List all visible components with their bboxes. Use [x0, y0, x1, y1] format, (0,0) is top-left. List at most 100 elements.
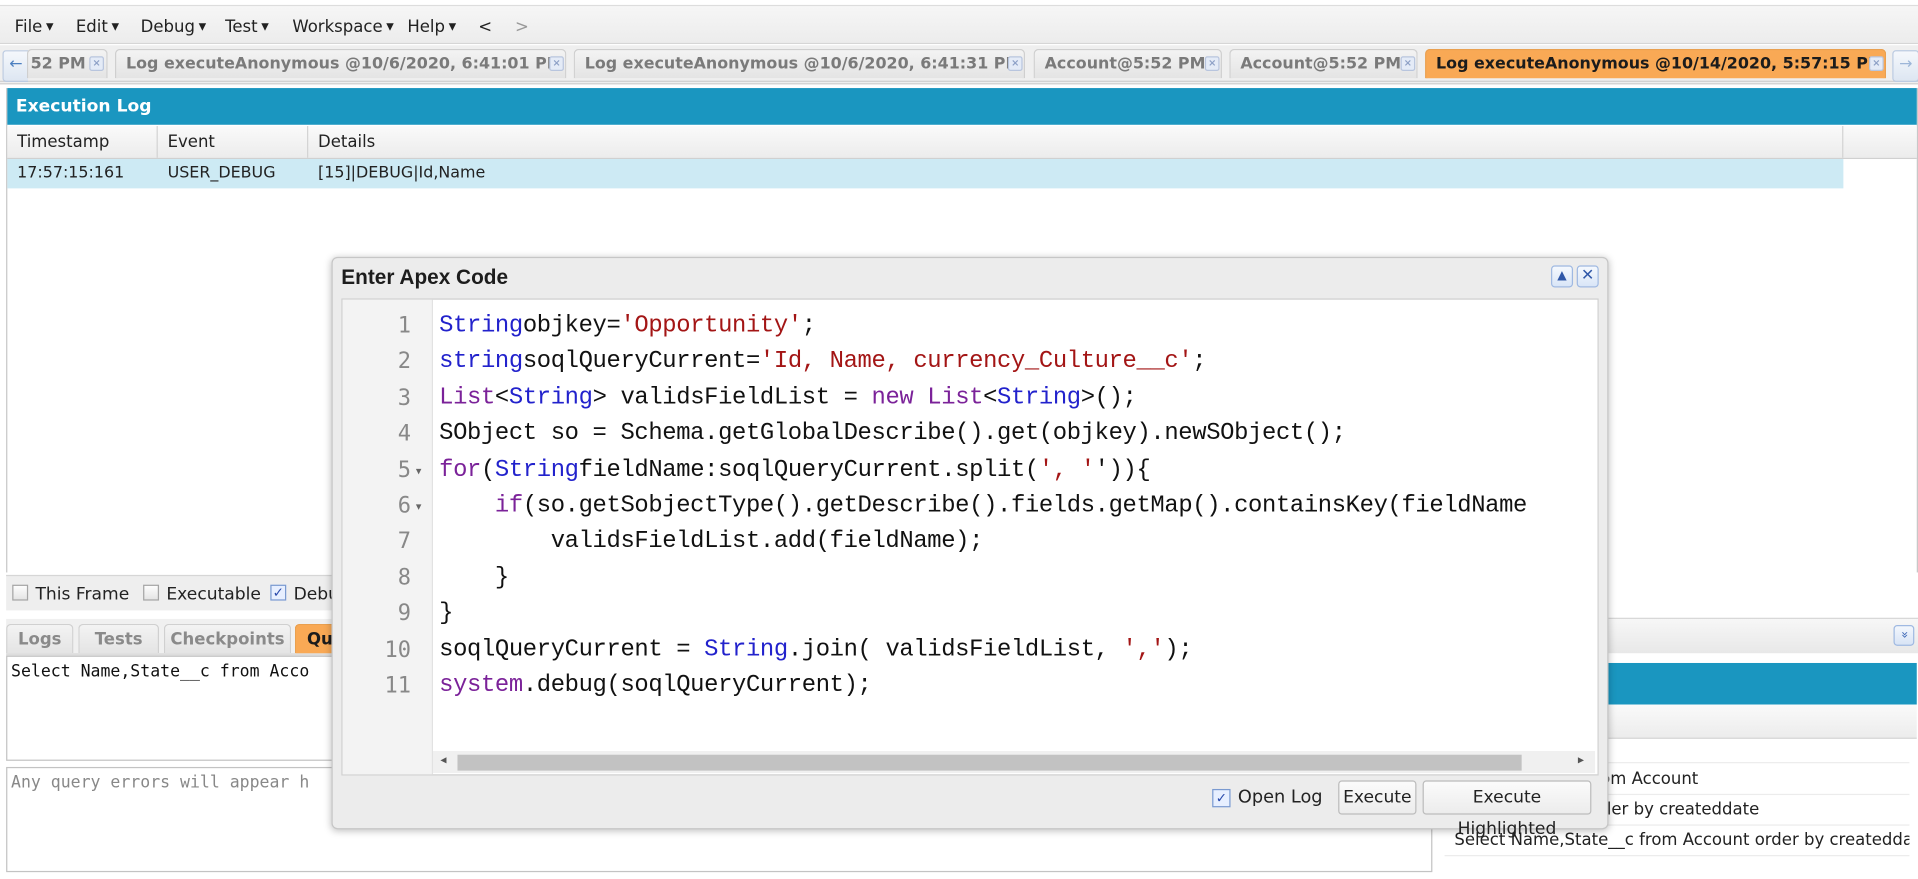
- execute-button[interactable]: Execute: [1338, 780, 1417, 815]
- code-line: }: [439, 599, 454, 627]
- tab-checkpoints[interactable]: Checkpoints: [163, 623, 292, 654]
- tab-scroll-left-button[interactable]: ←: [2, 50, 29, 82]
- chevron-down-icon: ▼: [261, 20, 269, 32]
- enter-apex-code-dialog: Enter Apex Code ▲ ✕ 1 2 3 4 5 ▾ 6 ▾ 7 8 9 10 11 ◂ ▸ …: [331, 256, 1609, 839]
- tab-scroll-right-button[interactable]: →: [1892, 50, 1918, 82]
- line-number: 7: [397, 528, 411, 555]
- scrollbar-thumb[interactable]: [457, 754, 1522, 771]
- tab-account-2[interactable]: Account@5:52 PM ×: [1229, 48, 1418, 79]
- execute-highlighted-button[interactable]: Execute Highlighted: [1422, 780, 1592, 839]
- tab-label: Log executeAnonymous @10/6/2020, 6:41:31…: [584, 55, 1022, 74]
- close-dialog-button[interactable]: ✕: [1576, 265, 1599, 288]
- chevron-down-icon: ▼: [448, 20, 457, 32]
- tab-52pm[interactable]: 52 PM ×: [26, 48, 108, 79]
- line-number: 4: [397, 421, 411, 447]
- tab-tests[interactable]: Tests: [78, 623, 160, 654]
- line-number: 5: [397, 456, 411, 483]
- cell-timestamp: 17:57:15:161: [17, 163, 125, 183]
- dialog-footer: ✓ Open Log Execute Execute Highlighted: [341, 777, 1596, 839]
- menu-test[interactable]: Test ▼: [225, 17, 269, 37]
- menu-help-label: Help: [407, 17, 445, 37]
- triangle-up-icon: ▲: [1557, 269, 1567, 283]
- code-line: if(so.getSobjectType().getDescribe().fie…: [494, 491, 1528, 519]
- line-number: 9: [397, 600, 411, 627]
- close-tab-icon[interactable]: ×: [1869, 56, 1884, 71]
- code-line: system.debug(soqlQueryCurrent);: [439, 671, 872, 699]
- close-tab-icon[interactable]: ×: [1007, 56, 1023, 71]
- line-number: 3: [397, 385, 411, 411]
- tab-label: 52 PM: [30, 55, 86, 74]
- dialog-title: Enter Apex Code: [341, 265, 509, 289]
- line-number: 10: [384, 636, 411, 663]
- tab-logs[interactable]: Logs: [6, 623, 74, 654]
- code-line: soqlQueryCurrent = String.join( validsFi…: [439, 635, 1193, 663]
- minimize-dialog-button[interactable]: ▲: [1551, 265, 1574, 288]
- execution-log-header: Timestamp Event Details: [7, 125, 1917, 160]
- column-header-event[interactable]: Event: [158, 125, 309, 158]
- chevron-down-icon: ▼: [386, 20, 394, 32]
- tab-label: Account@5:52 PM: [1044, 55, 1206, 74]
- execution-log-title: Execution Log: [7, 88, 1917, 125]
- apex-code-editor[interactable]: 1 2 3 4 5 ▾ 6 ▾ 7 8 9 10 11 ◂ ▸ Stringobjkey='Opport…: [341, 298, 1599, 776]
- executable-label: Executable: [166, 584, 261, 605]
- line-number: 6: [397, 492, 411, 519]
- back-button[interactable]: <: [478, 17, 492, 37]
- arrow-left-icon: ←: [9, 55, 23, 74]
- code-line: stringsoqlQueryCurrent='Id, Name, curren…: [439, 347, 1207, 375]
- code-line: validsFieldList.add(fieldName);: [439, 527, 984, 555]
- code-line: Stringobjkey='Opportunity';: [439, 311, 816, 339]
- menu-edit[interactable]: Edit ▼: [76, 17, 119, 37]
- column-header-timestamp[interactable]: Timestamp: [7, 125, 158, 158]
- debug-only-checkbox[interactable]: ✓: [270, 584, 287, 601]
- scroll-left-icon[interactable]: ◂: [440, 753, 446, 766]
- close-tab-icon[interactable]: ×: [549, 56, 564, 71]
- menu-debug-label: Debug: [140, 17, 195, 37]
- close-icon: ✕: [1581, 266, 1595, 286]
- close-tab-icon[interactable]: ×: [89, 56, 104, 71]
- editor-tab-strip: ← 52 PM × Log executeAnonymous @10/6/2020…: [0, 45, 1918, 85]
- scroll-right-icon[interactable]: ▸: [1578, 753, 1584, 766]
- tab-log-5-57-15[interactable]: Log executeAnonymous @10/14/2020, 5:57:1…: [1425, 48, 1887, 79]
- code-line: for(StringfieldName:soqlQueryCurrent.spl…: [439, 455, 1151, 483]
- menu-help[interactable]: Help ▼: [407, 17, 456, 37]
- line-number: 1: [397, 313, 411, 339]
- tab-log-6-41-31[interactable]: Log executeAnonymous @10/6/2020, 6:41:31…: [573, 48, 1026, 79]
- close-tab-icon[interactable]: ×: [1204, 56, 1220, 71]
- code-line: }: [439, 563, 509, 591]
- developer-console: File ▼ Edit ▼ Debug ▼ Test ▼ Workspace ▼ Help…: [0, 0, 1918, 879]
- this-frame-label: This Frame: [35, 584, 130, 605]
- cell-event: USER_DEBUG: [167, 163, 276, 183]
- forward-button[interactable]: >: [515, 17, 529, 37]
- menu-bar: File ▼ Edit ▼ Debug ▼ Test ▼ Workspace ▼ Help…: [0, 4, 1918, 45]
- code-line: SObject so = Schema.getGlobalDescribe().…: [439, 419, 1346, 447]
- horizontal-scrollbar[interactable]: ◂ ▸: [433, 751, 1596, 774]
- open-log-checkbox[interactable]: ✓: [1212, 788, 1231, 808]
- table-row[interactable]: 17:57:15:161 USER_DEBUG [15]|DEBUG|Id,Na…: [7, 159, 1844, 189]
- menu-workspace[interactable]: Workspace ▼: [292, 17, 393, 37]
- column-header-details[interactable]: Details: [308, 125, 1844, 158]
- collapse-panel-button[interactable]: »: [1893, 625, 1915, 646]
- menu-debug[interactable]: Debug ▼: [141, 17, 207, 37]
- menu-test-label: Test: [225, 17, 258, 37]
- open-log-label: Open Log: [1237, 787, 1323, 808]
- fold-toggle-icon[interactable]: ▾: [416, 466, 422, 478]
- this-frame-checkbox[interactable]: [12, 584, 29, 601]
- executable-checkbox[interactable]: [143, 584, 160, 601]
- menu-workspace-label: Workspace: [292, 17, 383, 37]
- tab-label: Log executeAnonymous @10/6/2020, 6:41:01…: [125, 55, 563, 74]
- menu-edit-label: Edit: [75, 17, 108, 37]
- code-line: List<String> validsFieldList = new List<…: [439, 383, 1137, 411]
- fold-toggle-icon[interactable]: ▾: [416, 502, 422, 514]
- menu-file[interactable]: File ▼: [15, 17, 54, 37]
- close-tab-icon[interactable]: ×: [1400, 56, 1416, 71]
- tab-account-1[interactable]: Account@5:52 PM ×: [1033, 48, 1222, 79]
- arrow-right-icon: →: [1899, 55, 1913, 74]
- line-number: 2: [397, 349, 411, 375]
- chevron-down-icon: ▼: [45, 20, 54, 32]
- line-number-gutter: 1 2 3 4 5 ▾ 6 ▾ 7 8 9 10 11: [342, 299, 434, 775]
- chevron-down-icon: ▼: [198, 20, 207, 32]
- tab-label: Log executeAnonymous @10/14/2020, 5:57:1…: [1436, 55, 1884, 74]
- menu-file-label: File: [14, 17, 43, 37]
- line-number: 8: [397, 564, 411, 591]
- tab-log-6-41-01[interactable]: Log executeAnonymous @10/6/2020, 6:41:01…: [114, 48, 567, 79]
